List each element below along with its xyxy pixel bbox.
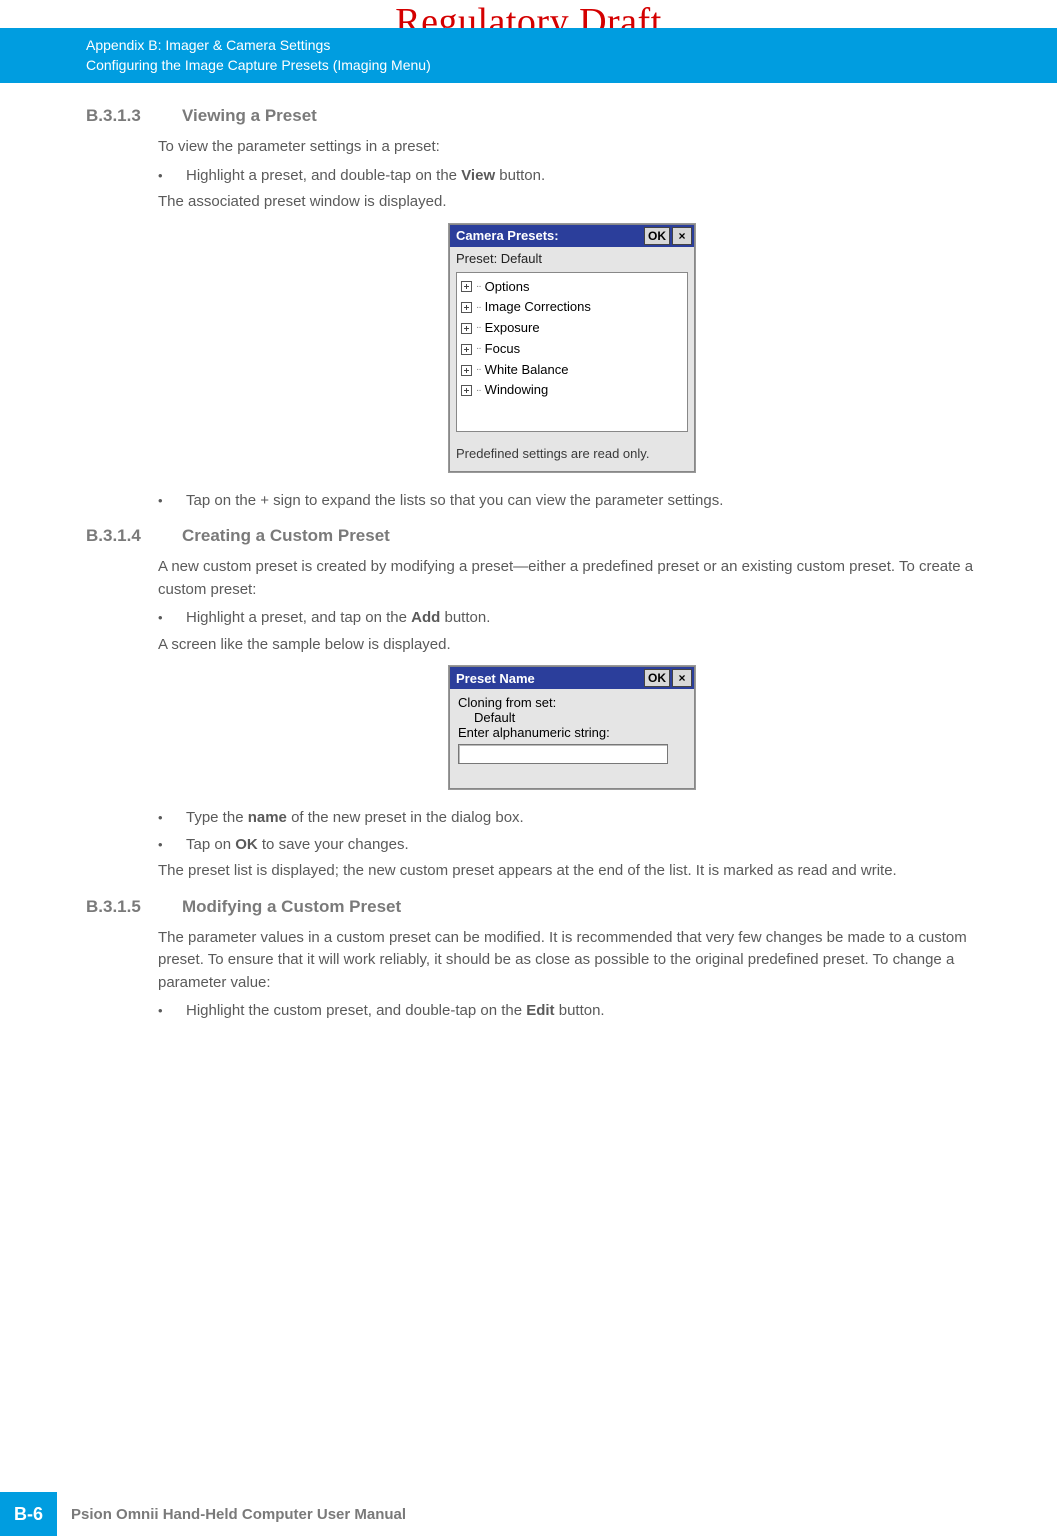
section-title: Creating a Custom Preset	[182, 526, 390, 546]
bullet-dot-icon: •	[158, 834, 166, 857]
text-bold: Edit	[526, 1002, 554, 1019]
tree-item[interactable]: ··Image Corrections	[461, 297, 683, 318]
bullet-text: Tap on the + sign to expand the lists so…	[186, 490, 723, 513]
bullet-item: • Highlight the custom preset, and doubl…	[158, 1000, 986, 1023]
paragraph: A new custom preset is created by modify…	[158, 556, 986, 601]
enter-string-label: Enter alphanumeric string:	[458, 725, 686, 740]
text-fragment: Highlight a preset, and double-tap on th…	[186, 167, 461, 184]
expand-icon[interactable]	[461, 344, 472, 355]
dialog-title: Camera Presets:	[456, 228, 559, 243]
footer-title: Psion Omnii Hand-Held Computer User Manu…	[57, 1506, 406, 1523]
bullet-item: • Tap on the + sign to expand the lists …	[158, 490, 986, 513]
section-number: B.3.1.5	[86, 897, 156, 917]
section-title: Viewing a Preset	[182, 106, 317, 126]
text-fragment: button.	[495, 167, 545, 184]
text-bold: OK	[235, 836, 258, 853]
header-line-2: Configuring the Image Capture Presets (I…	[86, 56, 1057, 76]
dialog-titlebar: Preset Name OK ×	[450, 667, 694, 689]
camera-presets-dialog: Camera Presets: OK × Preset: Default ··O…	[449, 224, 695, 472]
section-heading: B.3.1.5 Modifying a Custom Preset	[86, 897, 986, 917]
preset-name-label: Preset: Default	[450, 247, 694, 270]
bullet-item: • Tap on OK to save your changes.	[158, 834, 986, 857]
section-heading: B.3.1.3 Viewing a Preset	[86, 106, 986, 126]
tree-connector-icon: ··	[476, 320, 481, 336]
paragraph: The parameter values in a custom preset …	[158, 927, 986, 995]
text-fragment: to save your changes.	[258, 836, 409, 853]
header-line-1: Appendix B: Imager & Camera Settings	[86, 36, 1057, 56]
tree-item[interactable]: ··Exposure	[461, 318, 683, 339]
bullet-text: Highlight a preset, and double-tap on th…	[186, 165, 545, 188]
page-header: Appendix B: Imager & Camera Settings Con…	[0, 28, 1057, 83]
paragraph: A screen like the sample below is displa…	[158, 634, 986, 657]
bullet-text: Highlight the custom preset, and double-…	[186, 1000, 605, 1023]
text-fragment: Highlight the custom preset, and double-…	[186, 1002, 526, 1019]
tree-item[interactable]: ··Options	[461, 277, 683, 298]
expand-icon[interactable]	[461, 323, 472, 334]
page-footer: B-6 Psion Omnii Hand-Held Computer User …	[0, 1492, 1057, 1536]
text-fragment: Tap on	[186, 836, 235, 853]
section-number: B.3.1.4	[86, 526, 156, 546]
expand-icon[interactable]	[461, 385, 472, 396]
bullet-dot-icon: •	[158, 807, 166, 830]
bullet-text: Type the name of the new preset in the d…	[186, 807, 524, 830]
paragraph: The associated preset window is displaye…	[158, 191, 986, 214]
text-fragment: Highlight a preset, and tap on the	[186, 609, 411, 626]
bullet-item: • Type the name of the new preset in the…	[158, 807, 986, 830]
tree-item[interactable]: ··Windowing	[461, 380, 683, 401]
paragraph: To view the parameter settings in a pres…	[158, 136, 986, 159]
close-button[interactable]: ×	[672, 669, 692, 687]
paragraph: The preset list is displayed; the new cu…	[158, 860, 986, 883]
tree-item[interactable]: ··Focus	[461, 339, 683, 360]
section-number: B.3.1.3	[86, 106, 156, 126]
tree-connector-icon: ··	[476, 383, 481, 399]
tree-connector-icon: ··	[476, 362, 481, 378]
dialog-titlebar: Camera Presets: OK ×	[450, 225, 694, 247]
text-bold: Add	[411, 609, 440, 626]
bullet-dot-icon: •	[158, 165, 166, 188]
cloning-from-label: Cloning from set:	[458, 695, 686, 710]
text-fragment: Type the	[186, 809, 248, 826]
expand-icon[interactable]	[461, 365, 472, 376]
tree-label: Image Corrections	[485, 297, 591, 318]
page-number: B-6	[0, 1492, 57, 1536]
section-title: Modifying a Custom Preset	[182, 897, 401, 917]
expand-icon[interactable]	[461, 281, 472, 292]
page-content: B.3.1.3 Viewing a Preset To view the par…	[86, 106, 986, 1027]
readonly-note: Predefined settings are read only.	[450, 438, 694, 471]
bullet-dot-icon: •	[158, 1000, 166, 1023]
section-heading: B.3.1.4 Creating a Custom Preset	[86, 526, 986, 546]
cloning-from-value: Default	[458, 710, 686, 725]
dialog-body: Cloning from set: Default Enter alphanum…	[450, 689, 694, 788]
text-bold: name	[248, 809, 287, 826]
tree-label: Exposure	[485, 318, 540, 339]
text-bold: View	[461, 167, 495, 184]
tree-connector-icon: ··	[476, 300, 481, 316]
tree-view[interactable]: ··Options ··Image Corrections ··Exposure…	[456, 272, 688, 432]
dialog-title: Preset Name	[456, 671, 535, 686]
preset-name-dialog: Preset Name OK × Cloning from set: Defau…	[449, 666, 695, 789]
tree-label: White Balance	[485, 360, 569, 381]
text-fragment: button.	[555, 1002, 605, 1019]
tree-connector-icon: ··	[476, 279, 481, 295]
ok-button[interactable]: OK	[644, 669, 670, 687]
ok-button[interactable]: OK	[644, 227, 670, 245]
tree-label: Focus	[485, 339, 520, 360]
bullet-item: • Highlight a preset, and tap on the Add…	[158, 607, 986, 630]
bullet-text: Tap on OK to save your changes.	[186, 834, 409, 857]
text-fragment: of the new preset in the dialog box.	[287, 809, 524, 826]
tree-item[interactable]: ··White Balance	[461, 360, 683, 381]
tree-connector-icon: ··	[476, 341, 481, 357]
text-fragment: button.	[440, 609, 490, 626]
bullet-dot-icon: •	[158, 490, 166, 513]
bullet-dot-icon: •	[158, 607, 166, 630]
bullet-item: • Highlight a preset, and double-tap on …	[158, 165, 986, 188]
tree-label: Options	[485, 277, 530, 298]
tree-label: Windowing	[485, 380, 549, 401]
expand-icon[interactable]	[461, 302, 472, 313]
close-button[interactable]: ×	[672, 227, 692, 245]
preset-name-input[interactable]	[458, 744, 668, 764]
bullet-text: Highlight a preset, and tap on the Add b…	[186, 607, 490, 630]
